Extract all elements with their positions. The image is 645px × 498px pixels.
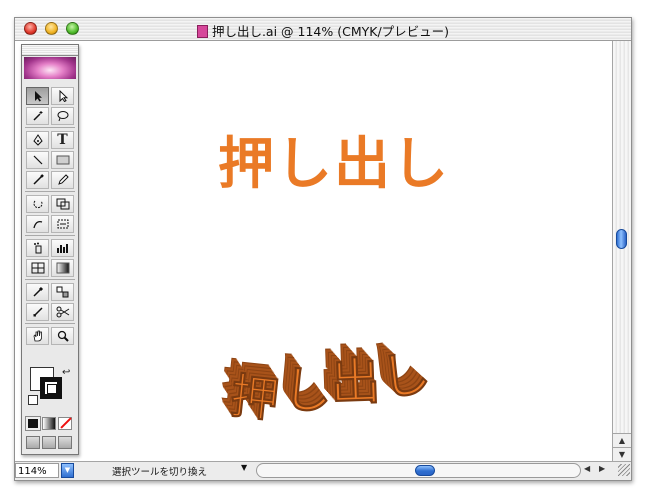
scissors-tool-icon[interactable] bbox=[51, 303, 74, 321]
document-window: 押し出し.ai @ 114% (CMYK/プレビュー) 押し出し 押押押押押押押… bbox=[14, 17, 632, 481]
zoom-tool-icon[interactable] bbox=[51, 327, 74, 345]
pen-tool-icon[interactable] bbox=[26, 131, 49, 149]
full-screen-mode-button[interactable] bbox=[58, 436, 72, 449]
gradient-tool-icon[interactable] bbox=[51, 259, 74, 277]
flat-text-object[interactable]: 押し出し bbox=[218, 119, 450, 200]
blend-tool-icon[interactable] bbox=[51, 283, 74, 301]
resize-grip[interactable] bbox=[618, 464, 630, 476]
symbol-sprayer-tool-icon[interactable] bbox=[26, 239, 49, 257]
column-graph-tool-icon[interactable] bbox=[51, 239, 74, 257]
tool-group-divider bbox=[25, 323, 75, 324]
pencil-tool-icon[interactable] bbox=[51, 171, 74, 189]
mesh-tool-icon[interactable] bbox=[26, 259, 49, 277]
selection-tool-icon[interactable] bbox=[26, 87, 49, 105]
default-colors-icon[interactable] bbox=[28, 395, 38, 405]
title-bar[interactable]: 押し出し.ai @ 114% (CMYK/プレビュー) bbox=[15, 18, 631, 41]
scale-tool-icon[interactable] bbox=[51, 195, 74, 213]
extruded-text-graphic: 押押押押押押押押押押押押押ししししししししししししし出出出出出出出出出出出出出し… bbox=[218, 332, 434, 429]
tool-group-divider bbox=[25, 279, 75, 280]
slice-tool-icon[interactable] bbox=[26, 303, 49, 321]
zoom-level-field[interactable]: 114% bbox=[15, 463, 59, 478]
standard-screen-mode-button[interactable] bbox=[26, 436, 40, 449]
stroke-swatch[interactable] bbox=[40, 377, 62, 399]
window-title-text: 押し出し.ai @ 114% (CMYK/プレビュー) bbox=[211, 24, 450, 39]
gradient-mode-button[interactable] bbox=[42, 417, 56, 430]
artboard[interactable]: 押し出し 押押押押押押押押押押押押押ししししししししししししし出出出出出出出出出… bbox=[15, 41, 612, 461]
palette-title-bar[interactable] bbox=[22, 45, 78, 56]
scroll-right-arrow[interactable]: ▶ bbox=[599, 464, 605, 473]
swap-fill-stroke-icon[interactable]: ↩ bbox=[62, 367, 70, 378]
horizontal-scrollbar[interactable] bbox=[256, 463, 581, 478]
line-segment-tool-icon[interactable] bbox=[26, 151, 49, 169]
window-title: 押し出し.ai @ 114% (CMYK/プレビュー) bbox=[15, 21, 631, 40]
extruded-char: ししししししししししししし bbox=[364, 332, 434, 408]
vertical-scrollbar[interactable]: ▲ ▼ bbox=[612, 41, 631, 462]
illustrator-logo bbox=[24, 57, 76, 79]
none-mode-button[interactable] bbox=[58, 417, 72, 430]
illustrator-doc-icon bbox=[196, 25, 208, 38]
tool-group-divider bbox=[25, 127, 75, 128]
rotate-tool-icon[interactable] bbox=[26, 195, 49, 213]
zoom-dropdown-button[interactable]: ▼ bbox=[61, 463, 74, 478]
eyedropper-tool-icon[interactable] bbox=[26, 283, 49, 301]
scroll-down-arrow[interactable]: ▼ bbox=[613, 447, 631, 462]
status-bar: 114% ▼ 選択ツールを切り換え ▼ ◀ ▶ bbox=[15, 461, 631, 480]
lasso-tool-icon[interactable] bbox=[51, 107, 74, 125]
scroll-left-arrow[interactable]: ◀ bbox=[584, 464, 590, 473]
rectangle-tool-icon[interactable] bbox=[51, 151, 74, 169]
full-screen-menu-mode-button[interactable] bbox=[42, 436, 56, 449]
direct-selection-tool-icon[interactable] bbox=[51, 87, 74, 105]
vertical-scroll-thumb[interactable] bbox=[616, 229, 627, 249]
svg-text:し: し bbox=[377, 343, 435, 407]
hand-tool-icon[interactable] bbox=[26, 327, 49, 345]
status-dropdown-arrow[interactable]: ▼ bbox=[241, 463, 247, 472]
status-text[interactable]: 選択ツールを切り換え bbox=[112, 464, 207, 478]
tool-group-divider bbox=[25, 191, 75, 192]
scroll-up-arrow[interactable]: ▲ bbox=[613, 433, 631, 448]
free-transform-tool-icon[interactable] bbox=[51, 215, 74, 233]
magic-wand-tool-icon[interactable] bbox=[26, 107, 49, 125]
warp-tool-icon[interactable] bbox=[26, 215, 49, 233]
tools-palette: T ↩ bbox=[21, 44, 79, 455]
paintbrush-tool-icon[interactable] bbox=[26, 171, 49, 189]
color-mode-button[interactable] bbox=[25, 416, 41, 431]
tool-group-divider bbox=[25, 235, 75, 236]
type-tool-icon[interactable]: T bbox=[51, 131, 74, 149]
horizontal-scroll-thumb[interactable] bbox=[415, 465, 435, 476]
extruded-text-object[interactable]: 押押押押押押押押押押押押押ししししししししししししし出出出出出出出出出出出出出し… bbox=[213, 324, 453, 434]
